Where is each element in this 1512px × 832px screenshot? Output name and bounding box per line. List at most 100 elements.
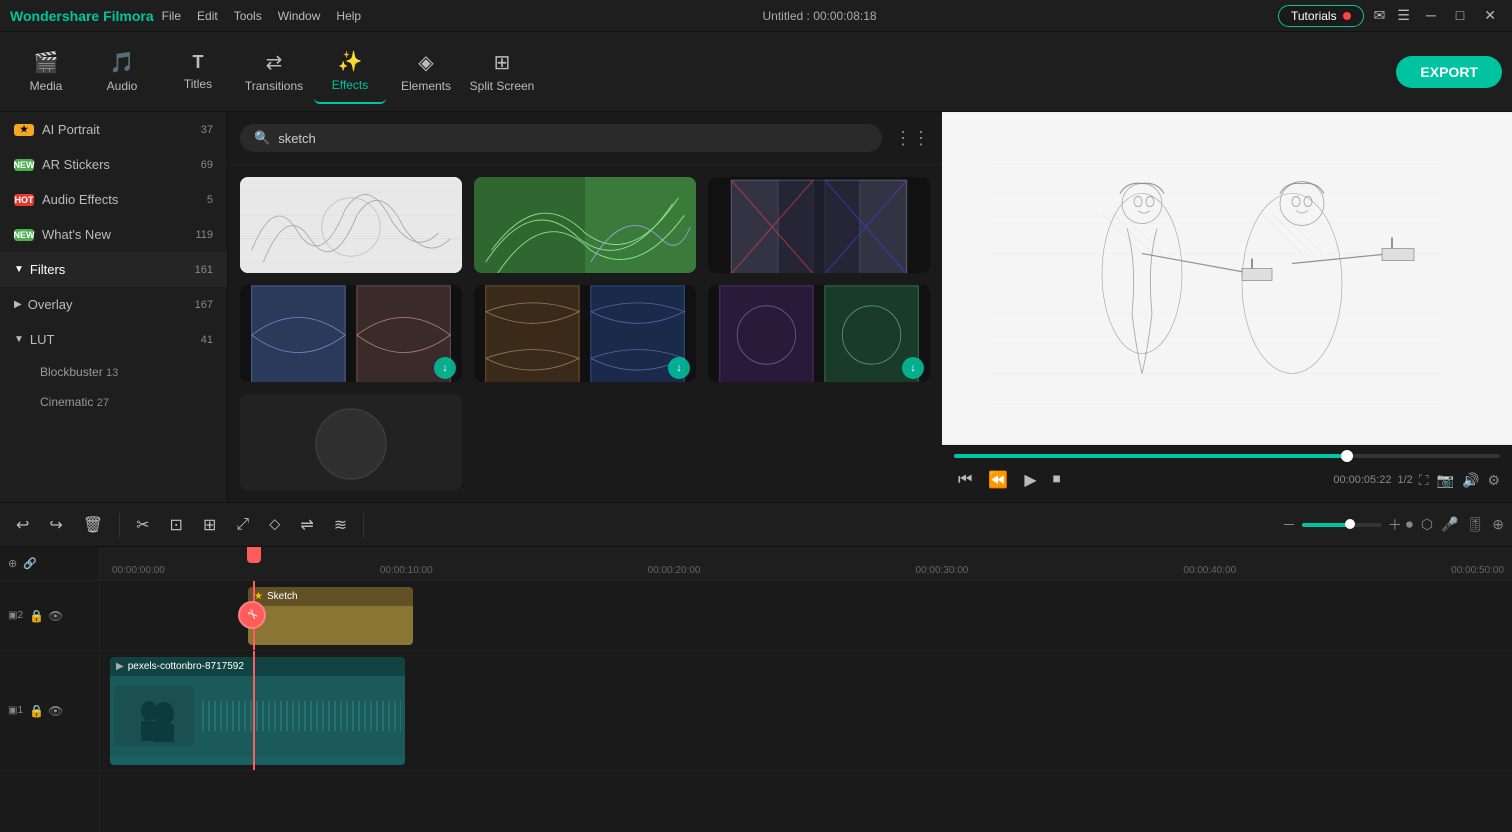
play-button[interactable]: ▶ (1020, 466, 1040, 494)
transform-button[interactable]: ⊞ (195, 509, 224, 541)
splitscreen-label: Split Screen (470, 79, 535, 93)
track-2-eye[interactable]: 👁 (48, 609, 63, 623)
effect-card-paris-3[interactable]: ↓ Paris_Sketchbook_Pack_... (474, 285, 696, 381)
playhead-line-track1 (253, 651, 255, 770)
toolbar-splitscreen[interactable]: ⊞ Split Screen (466, 40, 538, 104)
video-play-icon: ▶ (116, 661, 124, 672)
video-clip-body (110, 676, 405, 756)
snapshot-icon[interactable]: 📷 (1437, 472, 1454, 489)
mask-icon[interactable]: ⬡ (1421, 516, 1433, 533)
effect-card-paris-1[interactable]: Paris_Sketchbook_Pack_... (708, 177, 930, 273)
skip-back-button[interactable]: ⏮ (954, 467, 976, 493)
sketch-thumb (240, 177, 462, 273)
audio-effects-badge: HOT (14, 194, 34, 206)
undo-button[interactable]: ↩ (8, 509, 37, 541)
zoom-out-icon[interactable]: － (1282, 515, 1296, 535)
filters-label: Filters (30, 262, 65, 277)
sidebar-item-whats-new[interactable]: NEW What's New 119 (0, 217, 227, 252)
sidebar-item-overlay[interactable]: ▶ Overlay 167 (0, 287, 227, 322)
split-button[interactable]: ⇌ (292, 509, 321, 541)
effect-card-color-sketch[interactable]: Color Sketch (474, 177, 696, 273)
sidebar-item-ai-portrait[interactable]: ★ AI Portrait 37 (0, 112, 227, 147)
cut-button[interactable]: ✂ (128, 509, 157, 541)
sidebar-item-blockbuster[interactable]: Blockbuster 13 (0, 357, 227, 387)
audio-mix-icon[interactable]: 🎚 (1466, 516, 1484, 533)
sketch-clip[interactable]: ★ Sketch (248, 587, 413, 645)
track-1-id: ▣1 (8, 705, 23, 716)
scissors-icon: ✂ (242, 605, 261, 624)
toolbar-separator-2 (363, 513, 364, 537)
cinematic-label: Cinematic (40, 395, 93, 409)
track-2-lock[interactable]: 🔒 (29, 609, 44, 623)
marker-button[interactable]: ⬦ (261, 510, 288, 540)
track-1-lock[interactable]: 🔒 (29, 704, 44, 718)
mail-icon[interactable]: ✉ (1374, 7, 1386, 24)
timeline-ruler: 00:00:00:00 00:00:10:00 00:00:20:00 00:0… (100, 547, 1512, 581)
toolbar-audio[interactable]: 🎵 Audio (86, 40, 158, 104)
menu-window[interactable]: Window (278, 9, 321, 23)
redo-button[interactable]: ↪ (41, 509, 70, 541)
media-icon: 🎬 (34, 50, 59, 75)
toolbar-media[interactable]: 🎬 Media (10, 40, 82, 104)
transitions-label: Transitions (245, 79, 303, 93)
minimize-button[interactable]: ─ (1420, 5, 1442, 26)
sidebar-item-ar-stickers[interactable]: NEW AR Stickers 69 (0, 147, 227, 182)
menu-tools[interactable]: Tools (234, 9, 262, 23)
playhead-top-indicator (247, 547, 261, 563)
sidebar-item-cinematic[interactable]: Cinematic 27 (0, 387, 227, 417)
mic-icon[interactable]: 🎤 (1441, 516, 1458, 533)
effects-grid: Sketch (228, 165, 942, 502)
menu-icon[interactable]: ☰ (1397, 7, 1410, 24)
cinematic-count: 27 (97, 397, 109, 409)
sidebar-item-lut[interactable]: ▼ LUT 41 (0, 322, 227, 357)
settings-icon[interactable]: ⚙ (1487, 472, 1500, 489)
effect-card-paris-2[interactable]: ↓ Paris_Sketchbook_Pack_... (240, 285, 462, 381)
effect-card-paris-4[interactable]: ↓ Paris_Sketchbook_Pack_... (708, 285, 930, 381)
effects-icon: ✨ (338, 49, 363, 74)
toolbar-effects[interactable]: ✨ Effects (314, 40, 386, 104)
video-clip[interactable]: ▶ pexels-cottonbro-8717592 (110, 657, 405, 765)
fit-screen-icon[interactable]: ⛶ (1419, 472, 1429, 489)
preview-controls: ⏮ ⏪ ▶ ⏹ 00:00:05:22 1/2 ⛶ 📷 🔊 ⚙ (942, 445, 1512, 502)
timeline: ↩ ↪ 🗑 ✂ ⊡ ⊞ ⤢ ⬦ ⇌ ≋ － ＋ ⏺ ⬡ 🎤 🎚 ⊕ (0, 502, 1512, 832)
crop-button[interactable]: ⊡ (162, 509, 191, 541)
add-track-icon[interactable]: ⊕ (1492, 516, 1504, 533)
menu-file[interactable]: File (162, 9, 181, 23)
stop-button[interactable]: ⏹ (1049, 467, 1065, 493)
menu-edit[interactable]: Edit (197, 9, 218, 23)
sidebar-item-audio-effects[interactable]: HOT Audio Effects 5 (0, 182, 227, 217)
delete-button[interactable]: 🗑 (75, 509, 111, 541)
close-button[interactable]: ✕ (1478, 5, 1502, 26)
search-input[interactable] (278, 131, 868, 146)
effect-card-sketch[interactable]: Sketch (240, 177, 462, 273)
effect-card-dark-1[interactable] (240, 394, 462, 490)
zoom-track[interactable] (1302, 523, 1382, 527)
track-1-eye[interactable]: 👁 (48, 704, 63, 718)
ai-portrait-label: AI Portrait (42, 122, 100, 137)
link-icon[interactable]: 🔗 (23, 557, 37, 570)
record-icon[interactable]: ⏺ (1406, 516, 1413, 533)
toolbar-elements[interactable]: ◈ Elements (390, 40, 462, 104)
volume-icon[interactable]: 🔊 (1462, 472, 1479, 489)
audio-button[interactable]: ≋ (326, 509, 355, 541)
current-time: 00:00:05:22 (1333, 474, 1391, 486)
toolbar-titles[interactable]: T Titles (162, 40, 234, 104)
toolbar-transitions[interactable]: ⇄ Transitions (238, 40, 310, 104)
progress-bar[interactable] (954, 454, 1500, 458)
menu-help[interactable]: Help (336, 9, 361, 23)
ruler-mark-5: 00:00:50:00 (1451, 565, 1504, 576)
zoom-fit-button[interactable]: ⤢ (228, 510, 257, 540)
add-track-button[interactable]: ⊕ (8, 557, 17, 570)
sidebar-item-filters[interactable]: ▼ Filters 161 (0, 252, 227, 287)
project-title: Untitled : 00:00:08:18 (763, 9, 877, 23)
maximize-button[interactable]: □ (1450, 5, 1470, 26)
ar-stickers-count: 69 (201, 159, 213, 171)
export-button[interactable]: EXPORT (1396, 56, 1502, 88)
zoom-in-icon[interactable]: ＋ (1388, 515, 1402, 535)
grid-view-icon[interactable]: ⋮⋮ (894, 128, 930, 149)
timeline-toolbar: ↩ ↪ 🗑 ✂ ⊡ ⊞ ⤢ ⬦ ⇌ ≋ － ＋ ⏺ ⬡ 🎤 🎚 ⊕ (0, 503, 1512, 547)
step-back-button[interactable]: ⏪ (984, 466, 1012, 494)
controls-row: ⏮ ⏪ ▶ ⏹ 00:00:05:22 1/2 ⛶ 📷 🔊 ⚙ (954, 466, 1500, 494)
tutorials-button[interactable]: Tutorials (1278, 5, 1364, 27)
search-box: 🔍 (240, 124, 882, 152)
